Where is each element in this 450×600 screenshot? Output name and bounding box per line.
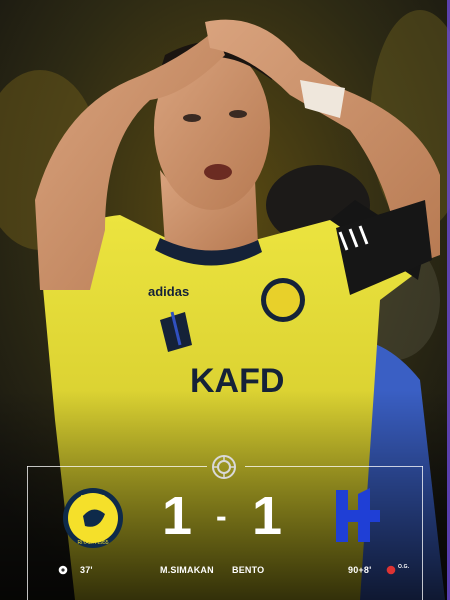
- home-score: 1: [162, 486, 193, 546]
- away-goal-time: 90+8': [348, 565, 372, 575]
- league-badge-icon: [212, 455, 236, 479]
- home-team-crest-icon: NASSR RIYADH 1955: [63, 488, 123, 548]
- home-goal-time: 37': [80, 565, 93, 575]
- ball-icon: [58, 565, 68, 575]
- away-score: 1: [252, 486, 283, 546]
- kit-brand-text: adidas: [148, 284, 189, 299]
- match-result-graphic: KAFD adidas NASSR RIYADH 1955 1 - 1 37' …: [0, 0, 450, 600]
- home-crest-name: NASSR: [81, 495, 106, 502]
- away-scorer: BENTO: [232, 565, 265, 575]
- home-crest-subtitle: RIYADH 1955: [77, 540, 108, 546]
- card-top-border-right: [245, 466, 423, 467]
- own-goal-ball-icon: [386, 565, 396, 575]
- home-scorer: M.SIMAKAN: [160, 565, 214, 575]
- score-separator: -: [216, 498, 227, 534]
- card-left-border: [27, 466, 28, 600]
- card-right-border: [422, 466, 423, 600]
- card-top-border-left: [27, 466, 207, 467]
- away-team-crest-icon: [336, 488, 380, 542]
- own-goal-note: O.G.: [398, 564, 410, 570]
